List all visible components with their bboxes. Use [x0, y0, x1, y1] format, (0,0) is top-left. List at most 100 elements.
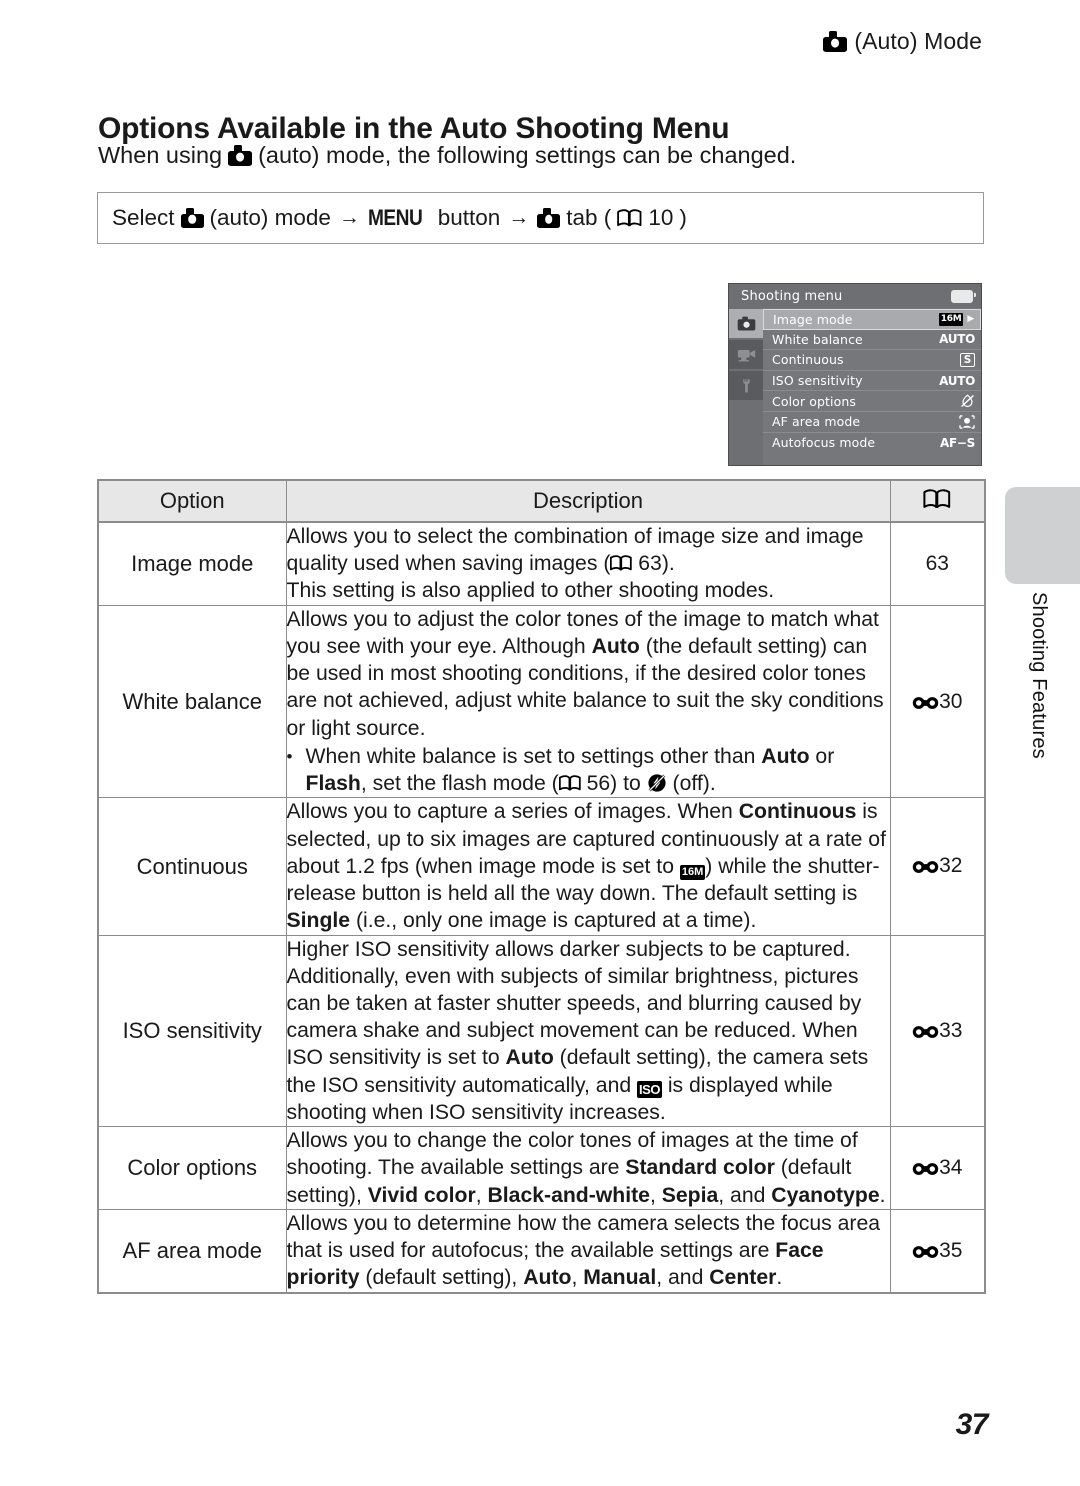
lcd-body: Image mode 16M ▶ White balance AUTO Cont…: [729, 308, 981, 465]
desc-part: , set the flash mode (: [360, 772, 559, 796]
desc-bold: Cyanotype: [771, 1183, 880, 1207]
lcd-row-af-area-mode[interactable]: AF area mode: [763, 412, 981, 433]
nav-select-word: Select: [112, 205, 175, 230]
lcd-row-value: AF−S: [940, 435, 975, 450]
chapter-tab-label: Shooting Features: [1028, 592, 1050, 759]
page-reference-number: 33: [939, 1018, 963, 1042]
desc-bullet: • When white balance is set to settings …: [287, 743, 890, 797]
table-header-row: Option Description: [97, 479, 986, 523]
camera-auto-icon: [180, 208, 204, 228]
image-mode-16m-badge: 16M: [938, 312, 964, 326]
lcd-title-bar: Shooting menu: [729, 284, 981, 308]
running-header-text: (Auto) Mode: [854, 28, 982, 54]
lcd-row-label: ISO sensitivity: [772, 373, 863, 389]
nav-tab-word: tab (: [566, 205, 612, 230]
desc-part: When white balance is set to settings ot…: [305, 744, 762, 768]
page-reference-number: 30: [939, 689, 963, 713]
desc-part: , and: [718, 1183, 772, 1207]
options-table: Option Description Image mode Allows you…: [97, 479, 986, 1294]
single-shot-badge: S: [959, 352, 975, 367]
nav-auto-mode-label: (auto) mode: [209, 205, 331, 230]
page-reference: 63: [889, 521, 986, 606]
advanced-reference-icon: [912, 695, 939, 711]
lcd-row-continuous[interactable]: Continuous S: [763, 350, 981, 371]
image-mode-16m-badge: 16M: [679, 864, 706, 880]
column-header-description: Description: [285, 479, 891, 523]
lcd-row-label: White balance: [772, 331, 863, 347]
page-reference: 33: [889, 934, 986, 1128]
desc-part: .: [879, 1183, 886, 1207]
menu-path-box: Select (auto) mode → MENU button → tab (…: [97, 192, 984, 244]
lcd-row-label: Color options: [772, 393, 856, 409]
book-icon: [610, 555, 633, 572]
lcd-row-value: 16M ▶: [938, 312, 974, 326]
page-reference-number: 32: [939, 854, 963, 878]
option-name: AF area mode: [97, 1208, 287, 1294]
page-reference: 35: [889, 1208, 986, 1294]
option-description: Allows you to change the color tones of …: [285, 1126, 891, 1210]
lcd-row-label: Autofocus mode: [772, 435, 876, 451]
lcd-row-color-options[interactable]: Color options: [763, 391, 981, 412]
book-icon: [617, 208, 642, 228]
lcd-tab-setup[interactable]: [729, 371, 763, 400]
lcd-tab-shooting[interactable]: [729, 309, 763, 338]
option-description: Allows you to adjust the color tones of …: [285, 604, 891, 799]
lcd-tab-movie[interactable]: [729, 340, 763, 369]
running-header: (Auto) Mode: [823, 28, 982, 55]
desc-line-2a: quality used when saving images (: [286, 552, 611, 576]
wrench-icon: [742, 378, 750, 392]
desc-part: ) to: [610, 772, 647, 796]
desc-bold: Auto: [505, 1046, 554, 1070]
option-description: Allows you to select the combination of …: [285, 521, 891, 606]
book-icon: [558, 775, 581, 792]
lcd-row-value: S: [959, 352, 975, 367]
lcd-row-value: [960, 394, 975, 408]
page-reference-number: 34: [939, 1156, 963, 1179]
lcd-row-value: AUTO: [939, 332, 975, 347]
lcd-row-image-mode[interactable]: Image mode 16M ▶: [763, 309, 981, 330]
option-description: Allows you to capture a series of images…: [285, 797, 891, 936]
menu-button-label: MENU: [367, 205, 423, 230]
camera-lcd-screenshot: Shooting menu Image mode 16M ▶ White bal…: [728, 283, 982, 466]
lcd-row-white-balance[interactable]: White balance AUTO: [763, 330, 981, 351]
lcd-row-label: Image mode: [773, 311, 853, 327]
iso-indicator-badge: ISO: [637, 1080, 662, 1098]
lcd-row-label: AF area mode: [772, 414, 861, 430]
lcd-title-text: Shooting menu: [741, 288, 843, 304]
page-reference: 34: [889, 1126, 986, 1210]
option-name: Color options: [97, 1126, 287, 1210]
desc-bold: Manual: [583, 1266, 657, 1290]
page-title: Options Available in the Auto Shooting M…: [98, 112, 730, 146]
desc-bold: Auto: [761, 744, 810, 768]
nav-page-ref: 10: [648, 205, 674, 230]
table-row: Color options Allows you to change the c…: [97, 1126, 986, 1210]
advanced-reference-icon: [912, 1024, 939, 1040]
lcd-row-autofocus-mode[interactable]: Autofocus mode AF−S: [763, 433, 981, 454]
flash-off-icon: [647, 773, 667, 793]
table-row: ISO sensitivity Higher ISO sensitivity a…: [97, 934, 986, 1128]
desc-line-3: This setting is also applied to other sh…: [286, 579, 775, 603]
lcd-row-iso-sensitivity[interactable]: ISO sensitivity AUTO: [763, 371, 981, 392]
desc-bold: Vivid color: [367, 1183, 476, 1207]
battery-icon: [951, 289, 976, 303]
camera-auto-icon: [823, 31, 848, 52]
desc-part: ,: [475, 1183, 488, 1207]
desc-part: (i.e., only one image is captured at a t…: [350, 909, 757, 933]
option-name: Image mode: [97, 521, 287, 606]
table-row: White balance Allows you to adjust the c…: [97, 604, 986, 799]
movie-camera-icon: [737, 349, 755, 362]
lcd-row-value: [959, 415, 975, 429]
desc-part: (off).: [666, 772, 716, 796]
desc-bold: Auto: [591, 634, 640, 658]
desc-part: or: [809, 744, 835, 768]
camera-auto-icon: [537, 208, 561, 228]
option-name: White balance: [97, 604, 287, 799]
advanced-reference-icon: [912, 1244, 939, 1260]
bullet-text: When white balance is set to settings ot…: [306, 743, 890, 797]
desc-part: ,: [571, 1266, 584, 1290]
desc-bold: Black-and-white: [487, 1183, 650, 1207]
color-off-icon: [961, 394, 974, 408]
desc-part: .: [776, 1266, 783, 1290]
intro-text-after: (auto) mode, the following settings can …: [258, 142, 797, 168]
desc-bold: Flash: [305, 772, 361, 796]
